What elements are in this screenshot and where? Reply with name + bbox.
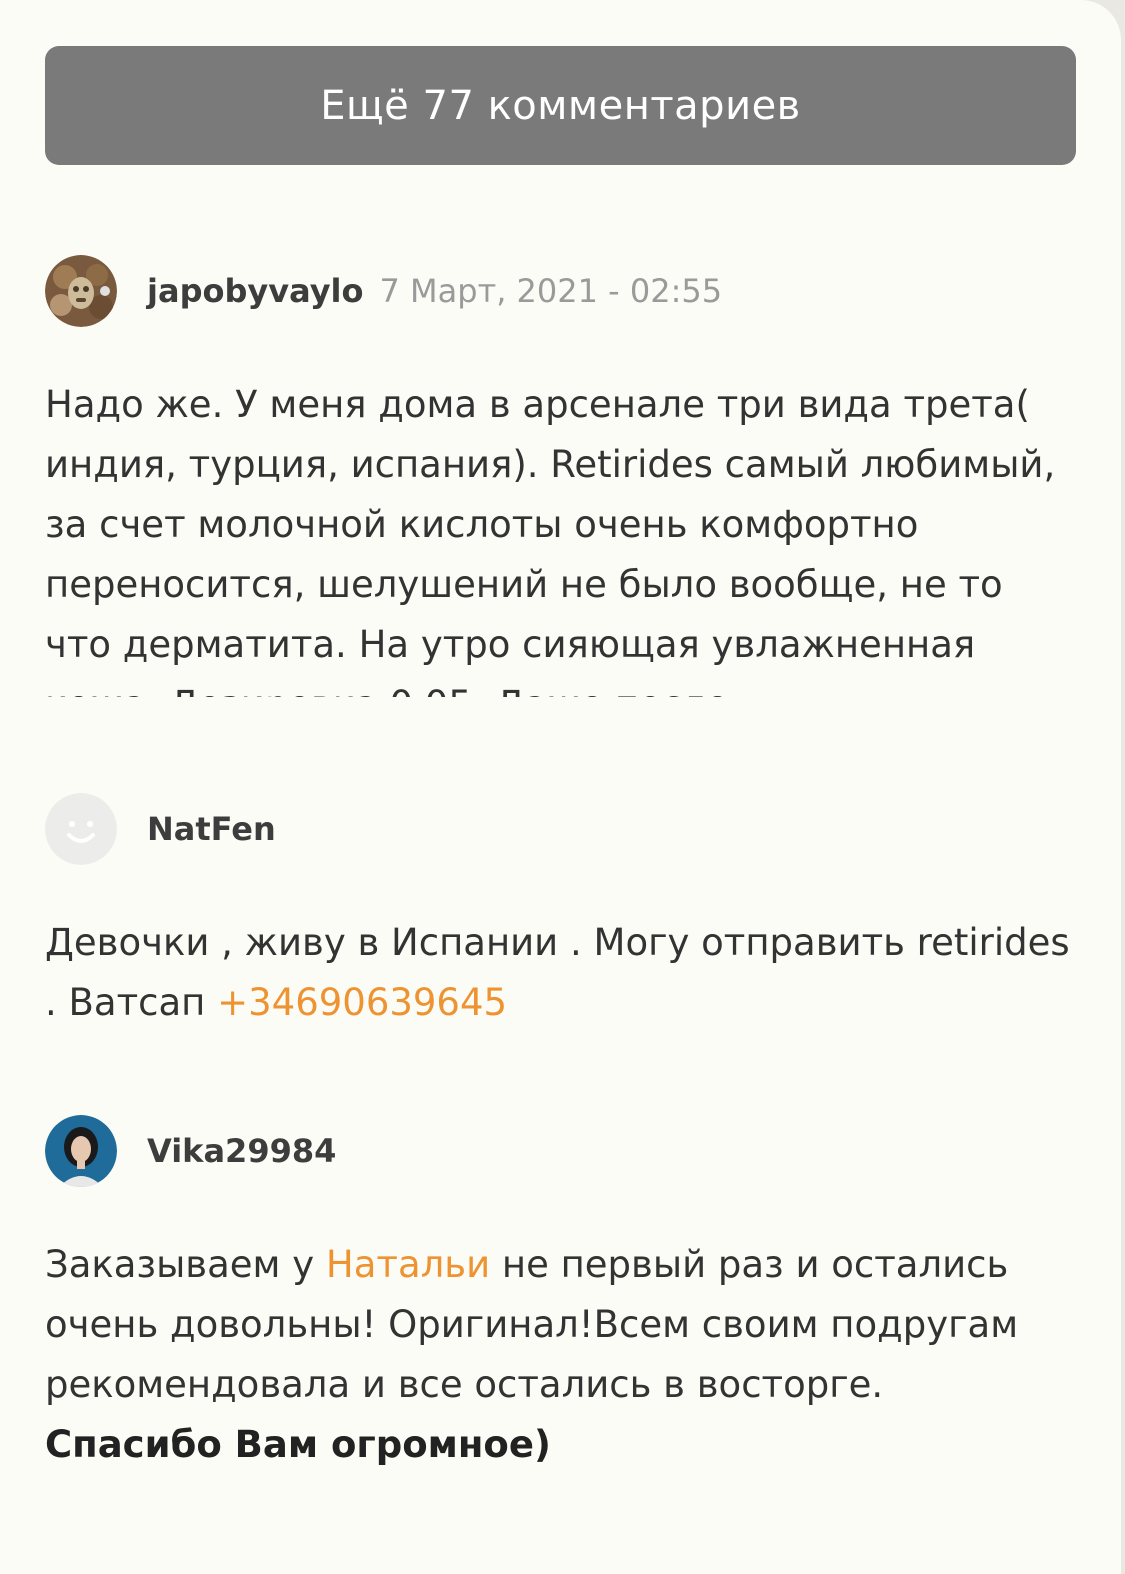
comment-author[interactable]: NatFen: [147, 810, 276, 848]
comment-author[interactable]: Vika29984: [147, 1132, 336, 1170]
comment-text: Надо же. У меня дома в арсенале три вида…: [45, 383, 1056, 697]
comment-item: NatFen Девочки , живу в Испании . Могу о…: [45, 793, 1075, 1033]
comment-text: Девочки , живу в Испании . Могу отправит…: [45, 913, 1075, 1033]
comment-header: NatFen: [45, 793, 1075, 865]
comment-item: japobyvaylo 7 Март, 2021 - 02:55 Надо же…: [45, 255, 1075, 697]
comment-text-part: Девочки , живу в Испании . Могу отправит…: [45, 921, 1070, 1024]
comment-header: japobyvaylo 7 Март, 2021 - 02:55: [45, 255, 1075, 327]
comment-text-part: Заказываем у: [45, 1243, 326, 1286]
comment-header: Vika29984: [45, 1115, 1075, 1187]
comment-item: Vika29984 Заказываем у Натальи не первый…: [45, 1115, 1075, 1475]
mention-link[interactable]: Натальи: [326, 1243, 490, 1286]
load-more-label: Ещё 77 комментариев: [320, 82, 801, 129]
phone-link[interactable]: +34690639645: [217, 981, 507, 1024]
comment-text: Заказываем у Натальи не первый раз и ост…: [45, 1235, 1075, 1475]
user-photo-avatar-icon[interactable]: [45, 255, 117, 327]
comment-date: 7 Март, 2021 - 02:55: [379, 272, 723, 310]
comment-author[interactable]: japobyvaylo: [147, 272, 364, 310]
user-photo-avatar-icon[interactable]: [45, 1115, 117, 1187]
comment-text-bold: Спасибо Вам огромное): [45, 1423, 551, 1466]
load-more-comments-button[interactable]: Ещё 77 комментариев: [45, 46, 1076, 165]
comments-panel: Ещё 77 комментариев japobyvaylo 7 Март, …: [0, 0, 1121, 1574]
smiley-placeholder-avatar-icon[interactable]: [45, 793, 117, 865]
